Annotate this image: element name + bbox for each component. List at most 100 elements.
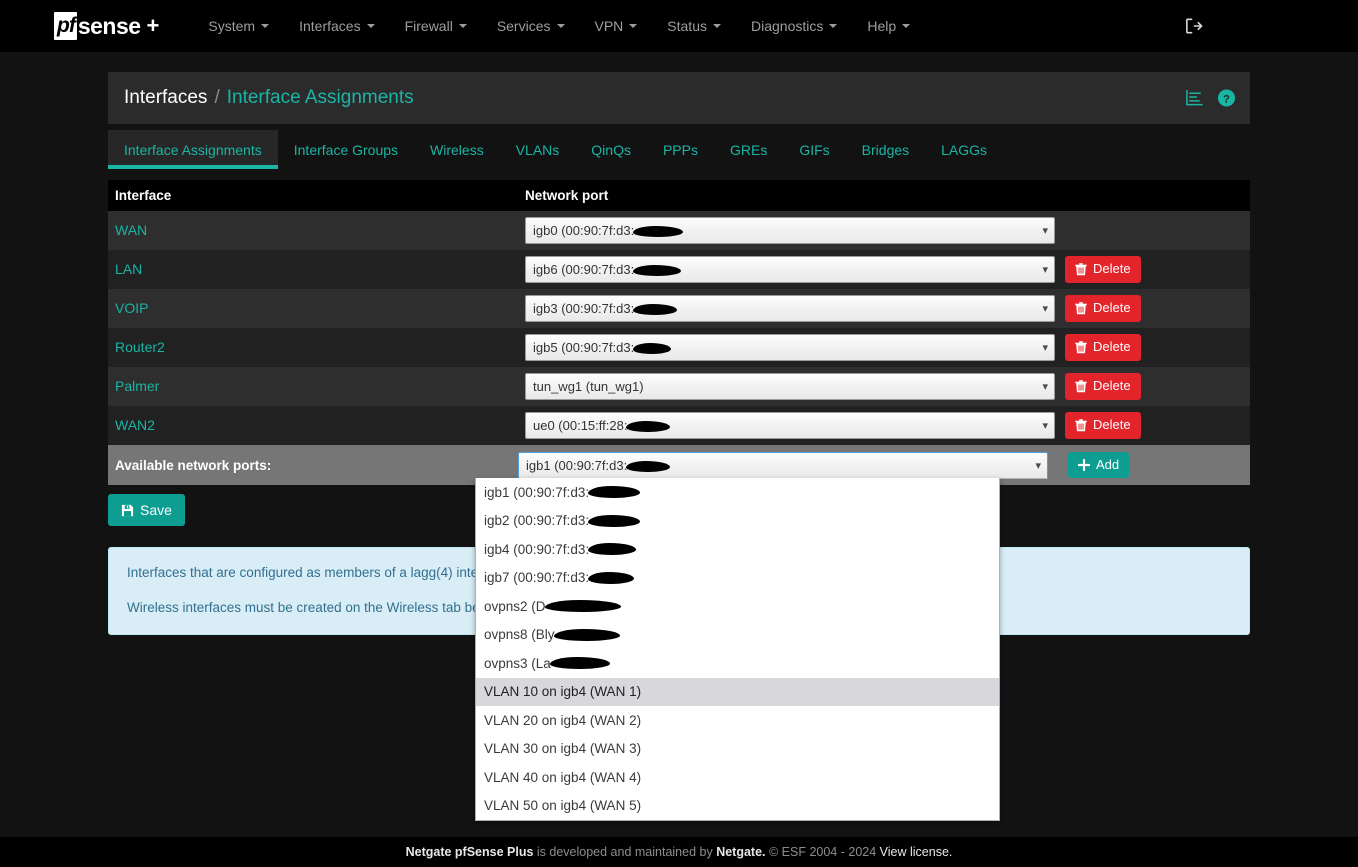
- column-header-interface: Interface: [108, 180, 518, 211]
- interface-link-lan[interactable]: LAN: [115, 261, 142, 277]
- dropdown-option[interactable]: igb2 (00:90:7f:d3:: [476, 507, 999, 536]
- redaction-blob: [633, 343, 672, 355]
- trash-icon: [1075, 419, 1087, 432]
- select-value-text: igb1 (00:90:7f:d3:: [526, 457, 628, 473]
- redaction-blob: [633, 226, 684, 238]
- cell-network-port: igb3 (00:90:7f:d3: ▾ Delete: [518, 289, 1250, 328]
- delete-button[interactable]: Delete: [1065, 256, 1141, 283]
- cell-interface: WAN2: [108, 406, 518, 445]
- dropdown-option[interactable]: igb4 (00:90:7f:d3:: [476, 535, 999, 564]
- dropdown-option[interactable]: igb1 (00:90:7f:d3:: [476, 478, 999, 507]
- network-port-select[interactable]: igb6 (00:90:7f:d3: ▾: [525, 256, 1055, 283]
- cell-network-port: ue0 (00:15:ff:28: ▾ Delete: [518, 406, 1250, 445]
- nav-item-services[interactable]: Services: [482, 2, 580, 50]
- port-cell-content: igb3 (00:90:7f:d3: ▾ Delete: [525, 295, 1243, 322]
- logout-icon[interactable]: [1184, 17, 1203, 36]
- dropdown-option[interactable]: ovpns3 (La: [476, 649, 999, 678]
- port-cell-content: ue0 (00:15:ff:28: ▾ Delete: [525, 412, 1243, 439]
- cell-interface: WAN: [108, 211, 518, 250]
- interface-link-router2[interactable]: Router2: [115, 339, 165, 355]
- dropdown-option-label: ovpns2 (D: [484, 598, 546, 614]
- tab-label: GIFs: [799, 142, 830, 158]
- port-cell-content: igb5 (00:90:7f:d3: ▾ Delete: [525, 334, 1243, 361]
- interface-link-voip[interactable]: VOIP: [115, 300, 148, 316]
- dropdown-option-label: igb4 (00:90:7f:d3:: [484, 541, 590, 557]
- redaction-blob: [633, 304, 678, 316]
- header-icon-group: ?: [1185, 89, 1236, 108]
- tab-gres[interactable]: GREs: [714, 130, 783, 169]
- dropdown-option[interactable]: igb7 (00:90:7f:d3:: [476, 564, 999, 593]
- dropdown-option[interactable]: VLAN 30 on igb4 (WAN 3): [476, 735, 999, 764]
- network-port-select[interactable]: tun_wg1 (tun_wg1) ▾: [525, 373, 1055, 400]
- network-port-select[interactable]: igb3 (00:90:7f:d3: ▾: [525, 295, 1055, 322]
- table-header-row: Interface Network port: [108, 180, 1250, 211]
- nav-label: Diagnostics: [751, 18, 824, 34]
- network-port-select[interactable]: igb0 (00:90:7f:d3: ▾: [525, 217, 1055, 244]
- redaction-blob: [549, 657, 610, 670]
- dropdown-option[interactable]: VLAN 20 on igb4 (WAN 2): [476, 706, 999, 735]
- pfsense-logo[interactable]: pf sense +: [54, 12, 159, 40]
- dropdown-option[interactable]: ovpns8 (Bly: [476, 621, 999, 650]
- tab-qinqs[interactable]: QinQs: [575, 130, 647, 169]
- footer-company: Netgate.: [716, 845, 766, 859]
- network-port-select[interactable]: ue0 (00:15:ff:28: ▾: [525, 412, 1055, 439]
- interface-link-palmer[interactable]: Palmer: [115, 378, 159, 394]
- dropdown-option[interactable]: VLAN 50 on igb4 (WAN 5): [476, 792, 999, 821]
- tab-interface-assignments[interactable]: Interface Assignments: [108, 130, 278, 169]
- help-circle-icon[interactable]: ?: [1217, 89, 1236, 108]
- redaction-blob: [626, 421, 671, 433]
- navbar-right: [1184, 17, 1203, 36]
- save-button[interactable]: Save: [108, 494, 185, 527]
- cell-network-port: igb0 (00:90:7f:d3: ▾: [518, 211, 1250, 250]
- interface-link-wan2[interactable]: WAN2: [115, 417, 155, 433]
- dropdown-option[interactable]: VLAN 10 on igb4 (WAN 1): [476, 677, 999, 706]
- tab-wireless[interactable]: Wireless: [414, 130, 500, 169]
- tab-ppps[interactable]: PPPs: [647, 130, 714, 169]
- dropdown-option[interactable]: ovpns2 (D: [476, 592, 999, 621]
- footer-product: Netgate pfSense Plus: [405, 845, 534, 859]
- interface-link-wan[interactable]: WAN: [115, 222, 147, 238]
- network-port-select[interactable]: igb5 (00:90:7f:d3: ▾: [525, 334, 1055, 361]
- tab-interface-groups[interactable]: Interface Groups: [278, 130, 414, 169]
- nav-item-vpn[interactable]: VPN: [580, 2, 653, 50]
- footer-copyright: © ESF 2004 - 2024: [765, 845, 880, 859]
- footer-text-1: is developed and maintained by: [533, 845, 717, 859]
- nav-item-interfaces[interactable]: Interfaces: [284, 2, 389, 50]
- trash-icon: [1075, 263, 1087, 276]
- nav-item-diagnostics[interactable]: Diagnostics: [736, 2, 852, 50]
- view-license-link[interactable]: View license.: [880, 845, 953, 859]
- nav-item-firewall[interactable]: Firewall: [390, 2, 482, 50]
- nav-item-system[interactable]: System: [193, 2, 284, 50]
- logo-mark: pf: [54, 12, 77, 40]
- dropdown-option[interactable]: VLAN 40 on igb4 (WAN 4): [476, 763, 999, 792]
- tab-bridges[interactable]: Bridges: [846, 130, 925, 169]
- table-row: Palmer tun_wg1 (tun_wg1) ▾ Delete: [108, 367, 1250, 406]
- chart-list-icon[interactable]: [1185, 89, 1204, 107]
- delete-button[interactable]: Delete: [1065, 295, 1141, 322]
- nav-item-status[interactable]: Status: [652, 2, 736, 50]
- tab-vlans[interactable]: VLANs: [500, 130, 576, 169]
- delete-button[interactable]: Delete: [1065, 373, 1141, 400]
- available-ports-dropdown[interactable]: igb1 (00:90:7f:d3: igb2 (00:90:7f:d3: igb4…: [475, 478, 1000, 821]
- tab-laggs[interactable]: LAGGs: [925, 130, 1003, 169]
- chevron-down-icon: [629, 24, 638, 28]
- tab-label: PPPs: [662, 142, 698, 158]
- tab-label: Interface Assignments: [124, 142, 262, 158]
- select-value-text: ue0 (00:15:ff:28:: [533, 418, 628, 433]
- available-ports-select[interactable]: igb1 (00:90:7f:d3: ▾: [518, 451, 1048, 479]
- tab-label: VLANs: [515, 142, 560, 158]
- breadcrumb-root[interactable]: Interfaces: [124, 87, 207, 109]
- delete-button[interactable]: Delete: [1065, 334, 1141, 361]
- tab-gifs[interactable]: GIFs: [783, 130, 845, 169]
- delete-button[interactable]: Delete: [1065, 412, 1141, 439]
- delete-button-label: Delete: [1093, 261, 1131, 277]
- plus-icon: [1078, 458, 1090, 471]
- page-title: Interface Assignments: [226, 87, 414, 108]
- nav-item-help[interactable]: Help: [852, 2, 925, 50]
- trash-icon: [1075, 380, 1087, 393]
- chevron-down-icon: [458, 24, 467, 28]
- save-disk-icon: [121, 504, 134, 516]
- tab-label: LAGGs: [941, 142, 988, 158]
- add-button[interactable]: Add: [1068, 451, 1130, 479]
- cell-interface: Router2: [108, 328, 518, 367]
